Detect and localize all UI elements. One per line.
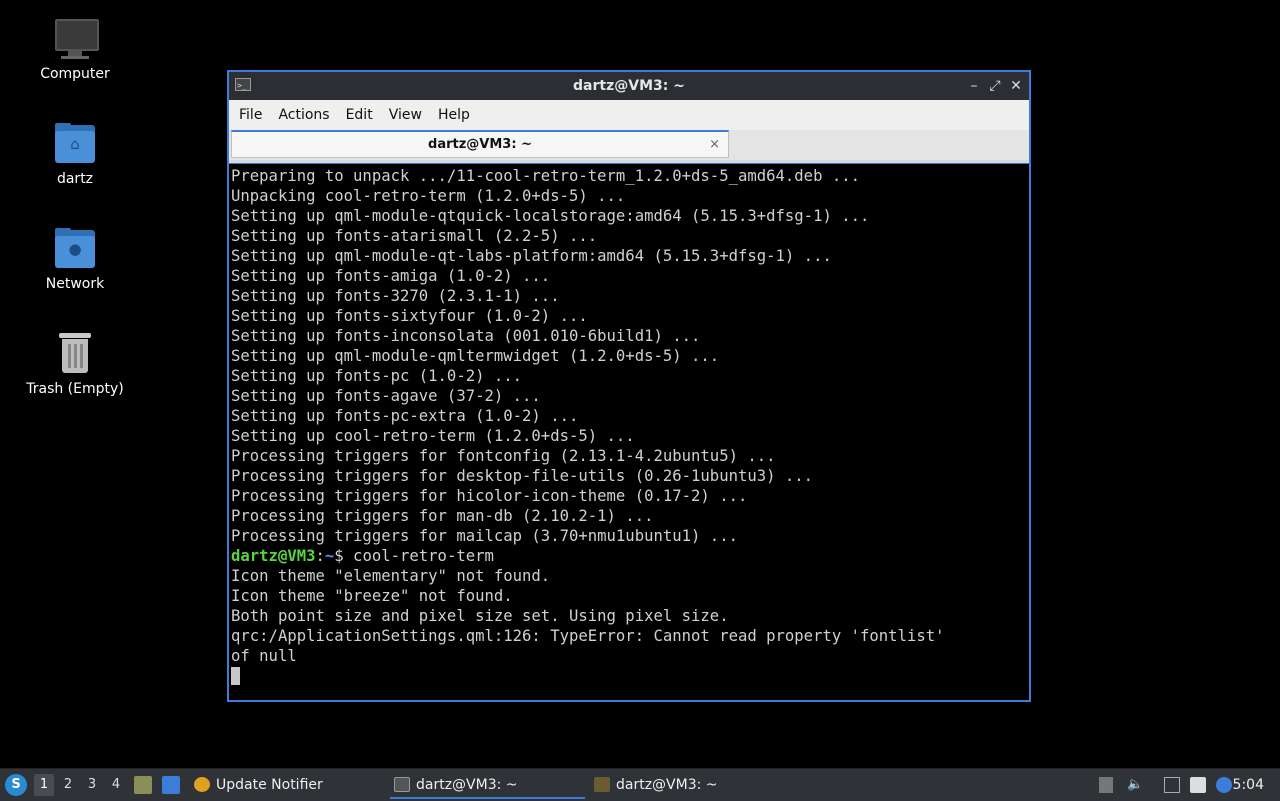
terminal-line: Setting up fonts-agave (37-2) ... [231, 387, 541, 405]
workspace-3[interactable]: 3 [82, 774, 102, 796]
terminal-cursor-line [231, 666, 945, 686]
desktop-icon-label: Network [45, 276, 105, 292]
tab-terminal[interactable]: dartz@VM3: ~ × [231, 130, 729, 158]
terminal-cursor [231, 667, 240, 685]
task-update-notifier[interactable]: Update Notifier [190, 769, 380, 801]
terminal-line: qrc:/ApplicationSettings.qml:126: TypeEr… [231, 627, 945, 645]
task-terminal[interactable]: dartz@VM3: ~ [390, 769, 585, 801]
terminal-line: Setting up qml-module-qmltermwidget (1.2… [231, 347, 720, 365]
tab-bar: dartz@VM3: ~ × [229, 130, 1029, 160]
desktop-icon-label: Computer [40, 66, 110, 82]
close-button[interactable]: ✕ [1007, 76, 1025, 96]
desktop-icon-trash[interactable]: Trash (Empty) [20, 331, 130, 397]
terminal-line: Setting up qml-module-qt-labs-platform:a… [231, 247, 832, 265]
desktop-icon-computer[interactable]: Computer [20, 16, 130, 82]
task-cool-retro-term[interactable]: dartz@VM3: ~ [590, 769, 785, 801]
terminal-line: Icon theme "elementary" not found. [231, 567, 551, 585]
task-label: dartz@VM3: ~ [616, 777, 718, 793]
desktop-icon-home[interactable]: ⌂ dartz [20, 121, 130, 187]
terminal-line: of null [231, 647, 297, 665]
maximize-button[interactable]: ⤢ [986, 76, 1004, 96]
terminal-line: Setting up fonts-sixtyfour (1.0-2) ... [231, 307, 588, 325]
network-folder-icon: ● [53, 226, 97, 270]
tab-label: dartz@VM3: ~ [428, 137, 532, 152]
window-titlebar[interactable]: >_ dartz@VM3: ~ – ⤢ ✕ [229, 72, 1029, 100]
prompt-separator: : [315, 547, 325, 565]
notification-icon[interactable] [1216, 777, 1232, 793]
terminal-line: Setting up fonts-atarismall (2.2-5) ... [231, 227, 598, 245]
prompt-path: ~ [324, 547, 335, 565]
tab-close-button[interactable]: × [709, 132, 720, 158]
network-icon[interactable] [1164, 777, 1180, 793]
taskbar: S 1 2 3 4 Update Notifier dartz@VM3: ~ d… [0, 768, 1280, 801]
home-folder-icon: ⌂ [53, 121, 97, 165]
desktop-icon-label: Trash (Empty) [26, 381, 124, 397]
update-notifier-icon [194, 777, 210, 792]
terminal-window: >_ dartz@VM3: ~ – ⤢ ✕ File Actions Edit … [227, 70, 1031, 702]
desktop-icon-network[interactable]: ● Network [20, 226, 130, 292]
terminal-line: Processing triggers for desktop-file-uti… [231, 467, 814, 485]
terminal-line: Setting up fonts-amiga (1.0-2) ... [231, 267, 551, 285]
terminal-line: Icon theme "breeze" not found. [231, 587, 513, 605]
terminal-output[interactable]: Preparing to unpack .../11-cool-retro-te… [229, 163, 1029, 700]
trash-icon [53, 331, 97, 375]
desktop-icon-label: dartz [56, 171, 94, 187]
prompt-symbol: $ [334, 547, 344, 565]
window-title: dartz@VM3: ~ [573, 78, 685, 94]
terminal-line: Unpacking cool-retro-term (1.2.0+ds-5) .… [231, 187, 626, 205]
terminal-line: Setting up fonts-pc-extra (1.0-2) ... [231, 407, 579, 425]
menu-actions[interactable]: Actions [270, 100, 337, 130]
prompt-user-host: dartz@VM3 [231, 547, 316, 565]
terminal-line: Setting up cool-retro-term (1.2.0+ds-5) … [231, 427, 635, 445]
volume-icon[interactable]: 🔈 [1127, 777, 1143, 793]
minimize-button[interactable]: – [965, 76, 983, 96]
terminal-line: Preparing to unpack .../11-cool-retro-te… [231, 167, 861, 185]
terminal-line: Processing triggers for man-db (2.10.2-1… [231, 507, 654, 525]
terminal-line: Setting up fonts-3270 (2.3.1-1) ... [231, 287, 560, 305]
menu-bar: File Actions Edit View Help [229, 100, 1029, 130]
prompt-command: cool-retro-term [343, 547, 494, 565]
active-task-indicator [390, 797, 585, 799]
clipboard-icon[interactable] [1190, 777, 1206, 793]
terminal-line: Processing triggers for fontconfig (2.13… [231, 447, 776, 465]
eject-icon[interactable] [1099, 777, 1113, 793]
menu-edit[interactable]: Edit [338, 100, 381, 130]
menu-view[interactable]: View [381, 100, 430, 130]
workspace-4[interactable]: 4 [106, 774, 126, 796]
terminal-icon [394, 777, 410, 792]
terminal-line: Processing triggers for mailcap (3.70+nm… [231, 527, 738, 545]
terminal-line: Processing triggers for hicolor-icon-the… [231, 487, 748, 505]
terminal-line: Setting up qml-module-qtquick-localstora… [231, 207, 870, 225]
workspace-1[interactable]: 1 [34, 774, 54, 796]
show-desktop-icon[interactable] [162, 776, 180, 794]
terminal-line: Setting up fonts-pc (1.0-2) ... [231, 367, 523, 385]
menu-help[interactable]: Help [430, 100, 478, 130]
clock[interactable]: 5:04 [1233, 769, 1264, 801]
menu-file[interactable]: File [231, 100, 270, 130]
file-manager-icon[interactable] [134, 776, 152, 794]
workspace-2[interactable]: 2 [58, 774, 78, 796]
start-menu-icon[interactable]: S [5, 774, 27, 796]
terminal-line: Both point size and pixel size set. Usin… [231, 607, 729, 625]
computer-icon [53, 16, 99, 60]
task-label: Update Notifier [216, 777, 323, 793]
terminal-prompt-line: dartz@VM3:~$ cool-retro-term [231, 546, 945, 566]
terminal-line: Setting up fonts-inconsolata (001.010-6b… [231, 327, 701, 345]
cool-retro-term-icon [594, 777, 610, 792]
